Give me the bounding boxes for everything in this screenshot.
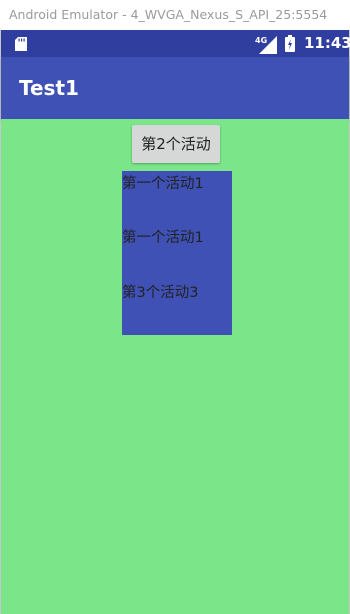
text-view-2: 第一个活动1 (122, 230, 204, 246)
window-title: Android Emulator - 4_WVGA_Nexus_S_API_25… (0, 0, 350, 30)
app-title: Test1 (19, 76, 79, 100)
device-screen: 4G 11:43 Test1 第2个活动 第一个活动1 第一个活动1 第3个活动… (0, 30, 350, 614)
status-bar: 4G 11:43 (1, 30, 350, 57)
text-panel: 第一个活动1 第一个活动1 第3个活动3 (122, 171, 232, 335)
second-activity-button[interactable]: 第2个活动 (132, 125, 220, 163)
battery-icon (285, 35, 295, 52)
network-type-label: 4G (255, 36, 267, 45)
text-view-3: 第3个活动3 (122, 285, 199, 301)
sd-card-icon (15, 37, 27, 51)
activity-content: 第2个活动 第一个活动1 第一个活动1 第3个活动3 (1, 119, 349, 614)
app-bar: Test1 (1, 57, 349, 119)
status-clock: 11:43 (304, 34, 350, 52)
text-view-1: 第一个活动1 (122, 176, 204, 192)
signal-icon: 4G (255, 36, 277, 54)
